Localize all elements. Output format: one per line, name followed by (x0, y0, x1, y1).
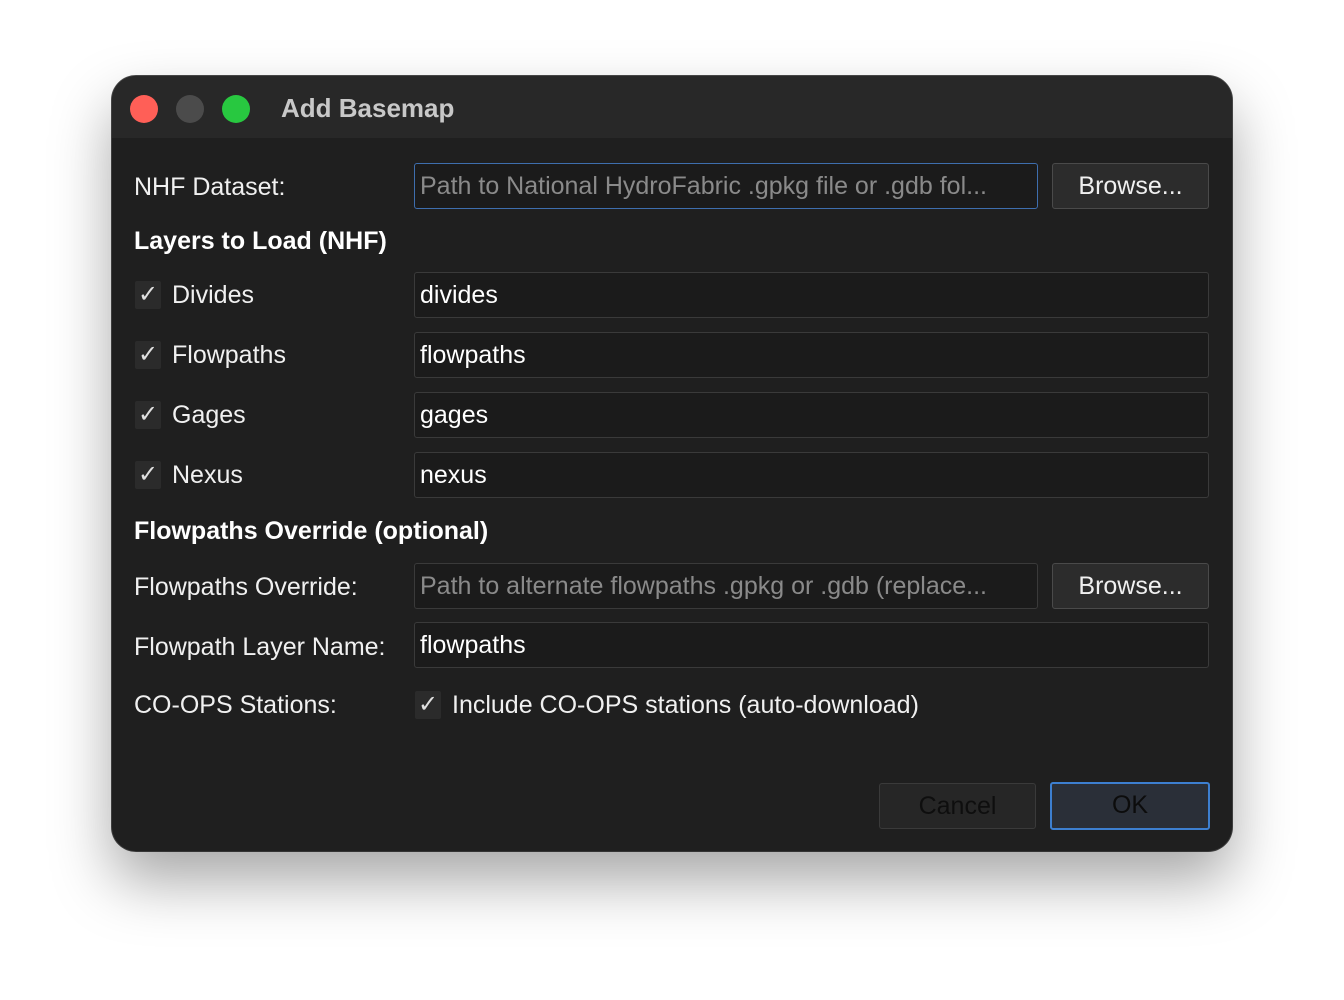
close-window-button[interactable] (130, 95, 158, 123)
flowpaths-layer-input[interactable]: flowpaths (414, 332, 1209, 378)
zoom-window-button[interactable] (222, 95, 250, 123)
nexus-checkbox[interactable]: ✓ (135, 461, 161, 489)
nexus-layer-input[interactable]: nexus (414, 452, 1209, 498)
flowpath-layer-name-input[interactable]: flowpaths (414, 622, 1209, 668)
flowpaths-override-input[interactable]: Path to alternate flowpaths .gpkg or .gd… (414, 563, 1038, 609)
flowpath-layer-name-label: Flowpath Layer Name: (134, 633, 386, 661)
cancel-button[interactable]: Cancel (879, 783, 1036, 829)
flowpaths-label[interactable]: Flowpaths (172, 340, 286, 370)
layers-heading: Layers to Load (NHF) (134, 227, 387, 255)
gages-checkbox[interactable]: ✓ (135, 401, 161, 429)
override-browse-button[interactable]: Browse... (1052, 563, 1209, 609)
nhf-dataset-label: NHF Dataset: (134, 173, 286, 201)
flowpaths-override-label: Flowpaths Override: (134, 573, 358, 601)
nhf-browse-button[interactable]: Browse... (1052, 163, 1209, 209)
divides-checkbox[interactable]: ✓ (135, 281, 161, 309)
gages-label[interactable]: Gages (172, 400, 246, 430)
coops-stations-label: CO-OPS Stations: (134, 691, 337, 719)
gages-layer-input[interactable]: gages (414, 392, 1209, 438)
ok-button[interactable]: OK (1050, 782, 1210, 830)
override-heading: Flowpaths Override (optional) (134, 517, 489, 545)
divides-label[interactable]: Divides (172, 280, 254, 310)
nexus-label[interactable]: Nexus (172, 460, 243, 490)
divides-layer-input[interactable]: divides (414, 272, 1209, 318)
coops-checkbox[interactable]: ✓ (415, 691, 441, 719)
coops-checkbox-label[interactable]: Include CO-OPS stations (auto-download) (452, 690, 919, 720)
window-title: Add Basemap (281, 93, 455, 123)
title-bar[interactable]: Add Basemap (112, 76, 1232, 138)
add-basemap-dialog: Add Basemap NHF Dataset: Path to Nationa… (112, 76, 1232, 851)
minimize-window-button[interactable] (176, 95, 204, 123)
flowpaths-checkbox[interactable]: ✓ (135, 341, 161, 369)
nhf-dataset-input[interactable]: Path to National HydroFabric .gpkg file … (414, 163, 1038, 209)
